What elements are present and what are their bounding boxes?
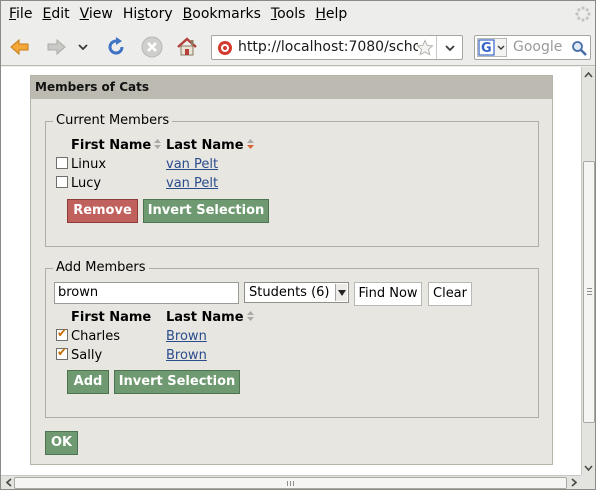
ok-button[interactable]: OK xyxy=(45,431,78,455)
stop-button[interactable] xyxy=(139,34,165,60)
select-arrow xyxy=(335,284,347,301)
member-type-selected: Students (6) xyxy=(249,285,330,300)
scroll-right-button[interactable] xyxy=(567,476,580,489)
add-members-legend: Add Members xyxy=(53,260,149,276)
first-name-header[interactable]: First Name xyxy=(71,138,162,154)
history-dropdown-button[interactable] xyxy=(74,34,92,60)
chevron-up-icon xyxy=(584,71,593,78)
url-text: http://localhost:7080/schoo xyxy=(238,39,418,55)
grip-line xyxy=(587,294,592,295)
member-search-input[interactable]: brown xyxy=(54,282,239,304)
candidate-checkbox[interactable] xyxy=(56,345,68,360)
google-icon: G xyxy=(478,39,505,56)
clear-button[interactable]: Clear xyxy=(428,282,472,306)
url-dropdown-button[interactable] xyxy=(436,36,462,59)
candidate-last-name-link[interactable]: Brown xyxy=(166,329,207,345)
member-last-name-link[interactable]: van Pelt xyxy=(166,157,218,173)
throbber-icon xyxy=(575,6,591,22)
horizontal-scrollbar[interactable] xyxy=(1,475,581,489)
grip-line xyxy=(587,291,592,292)
members-panel: Members of Cats Current Members First Na… xyxy=(30,75,553,465)
find-now-button[interactable]: Find Now xyxy=(354,282,422,306)
forward-button[interactable] xyxy=(43,34,69,60)
navigation-toolbar: http://localhost:7080/schoo G Google xyxy=(1,28,595,66)
member-checkbox[interactable] xyxy=(56,176,68,188)
add-members-group: Add Members brown Students (6) Find Now … xyxy=(45,260,539,418)
grip-line xyxy=(587,288,592,289)
scroll-down-button[interactable] xyxy=(582,461,595,474)
candidate-checkbox[interactable] xyxy=(56,326,68,341)
member-type-select[interactable]: Students (6) xyxy=(244,282,349,303)
last-name-header[interactable]: Last Name xyxy=(166,138,255,154)
chevron-right-icon xyxy=(570,478,577,487)
member-last-name-link[interactable]: van Pelt xyxy=(166,176,218,192)
reload-icon xyxy=(108,37,124,55)
menu-history[interactable]: History xyxy=(118,1,178,27)
last-name-header[interactable]: Last Name xyxy=(166,310,255,326)
forward-arrow-icon xyxy=(47,38,66,56)
sort-neutral-icon xyxy=(154,139,162,149)
history-dropdown-icon xyxy=(78,44,88,51)
back-arrow-icon xyxy=(10,38,29,56)
browser-window: File Edit View History Bookmarks Tools H… xyxy=(0,0,596,490)
horizontal-scroll-thumb[interactable] xyxy=(14,477,567,489)
invert-selection-button[interactable]: Invert Selection xyxy=(143,199,269,223)
candidate-first-name: Charles xyxy=(71,329,121,344)
reload-button[interactable] xyxy=(103,34,129,60)
search-bar[interactable]: G Google xyxy=(474,35,591,60)
invert-selection-button[interactable]: Invert Selection xyxy=(114,370,240,394)
grip-line xyxy=(293,481,294,486)
grip-line xyxy=(290,481,291,486)
menu-tools[interactable]: Tools xyxy=(266,1,311,27)
svg-text:G: G xyxy=(481,41,492,56)
panel-title: Members of Cats xyxy=(31,76,552,99)
stop-icon xyxy=(141,36,163,58)
member-checkbox[interactable] xyxy=(56,157,68,169)
site-favicon xyxy=(218,41,232,55)
url-bar[interactable]: http://localhost:7080/schoo xyxy=(211,35,463,60)
remove-button[interactable]: Remove xyxy=(67,199,138,223)
menu-bookmarks[interactable]: Bookmarks xyxy=(178,1,266,27)
menu-edit[interactable]: Edit xyxy=(37,1,74,27)
bookmark-star-icon[interactable] xyxy=(416,39,434,57)
menu-bar: File Edit View History Bookmarks Tools H… xyxy=(1,1,595,27)
current-members-legend: Current Members xyxy=(53,113,173,129)
url-dropdown-icon xyxy=(444,44,455,51)
page-viewport: Members of Cats Current Members First Na… xyxy=(1,67,581,475)
search-magnifier-icon[interactable] xyxy=(571,40,587,56)
vertical-scrollbar[interactable] xyxy=(581,67,595,475)
chevron-left-icon xyxy=(5,478,12,487)
member-first-name: Linux xyxy=(71,157,107,172)
sort-neutral-icon xyxy=(246,311,254,321)
add-button[interactable]: Add xyxy=(67,370,109,394)
home-icon xyxy=(177,37,197,56)
member-first-name: Lucy xyxy=(71,176,102,191)
candidate-last-name-link[interactable]: Brown xyxy=(166,348,207,364)
candidate-first-name: Sally xyxy=(71,348,103,363)
home-button[interactable] xyxy=(174,34,200,60)
chevron-down-icon xyxy=(584,464,593,471)
first-name-header[interactable]: First Name xyxy=(71,310,151,326)
back-button[interactable] xyxy=(7,34,33,60)
menu-help[interactable]: Help xyxy=(310,1,352,27)
sort-ascending-icon xyxy=(246,139,254,149)
vertical-scroll-thumb[interactable] xyxy=(583,161,595,423)
grip-line xyxy=(287,481,288,486)
current-members-group: Current Members First Name Last Name Lin… xyxy=(45,113,539,247)
menu-file[interactable]: File xyxy=(4,1,37,27)
scrollbar-corner xyxy=(581,475,595,489)
search-placeholder: Google xyxy=(513,39,563,55)
search-engine-button[interactable]: G xyxy=(477,38,507,57)
triangle-down-icon xyxy=(337,289,346,296)
scroll-up-button[interactable] xyxy=(582,68,595,81)
menu-view[interactable]: View xyxy=(75,1,118,27)
